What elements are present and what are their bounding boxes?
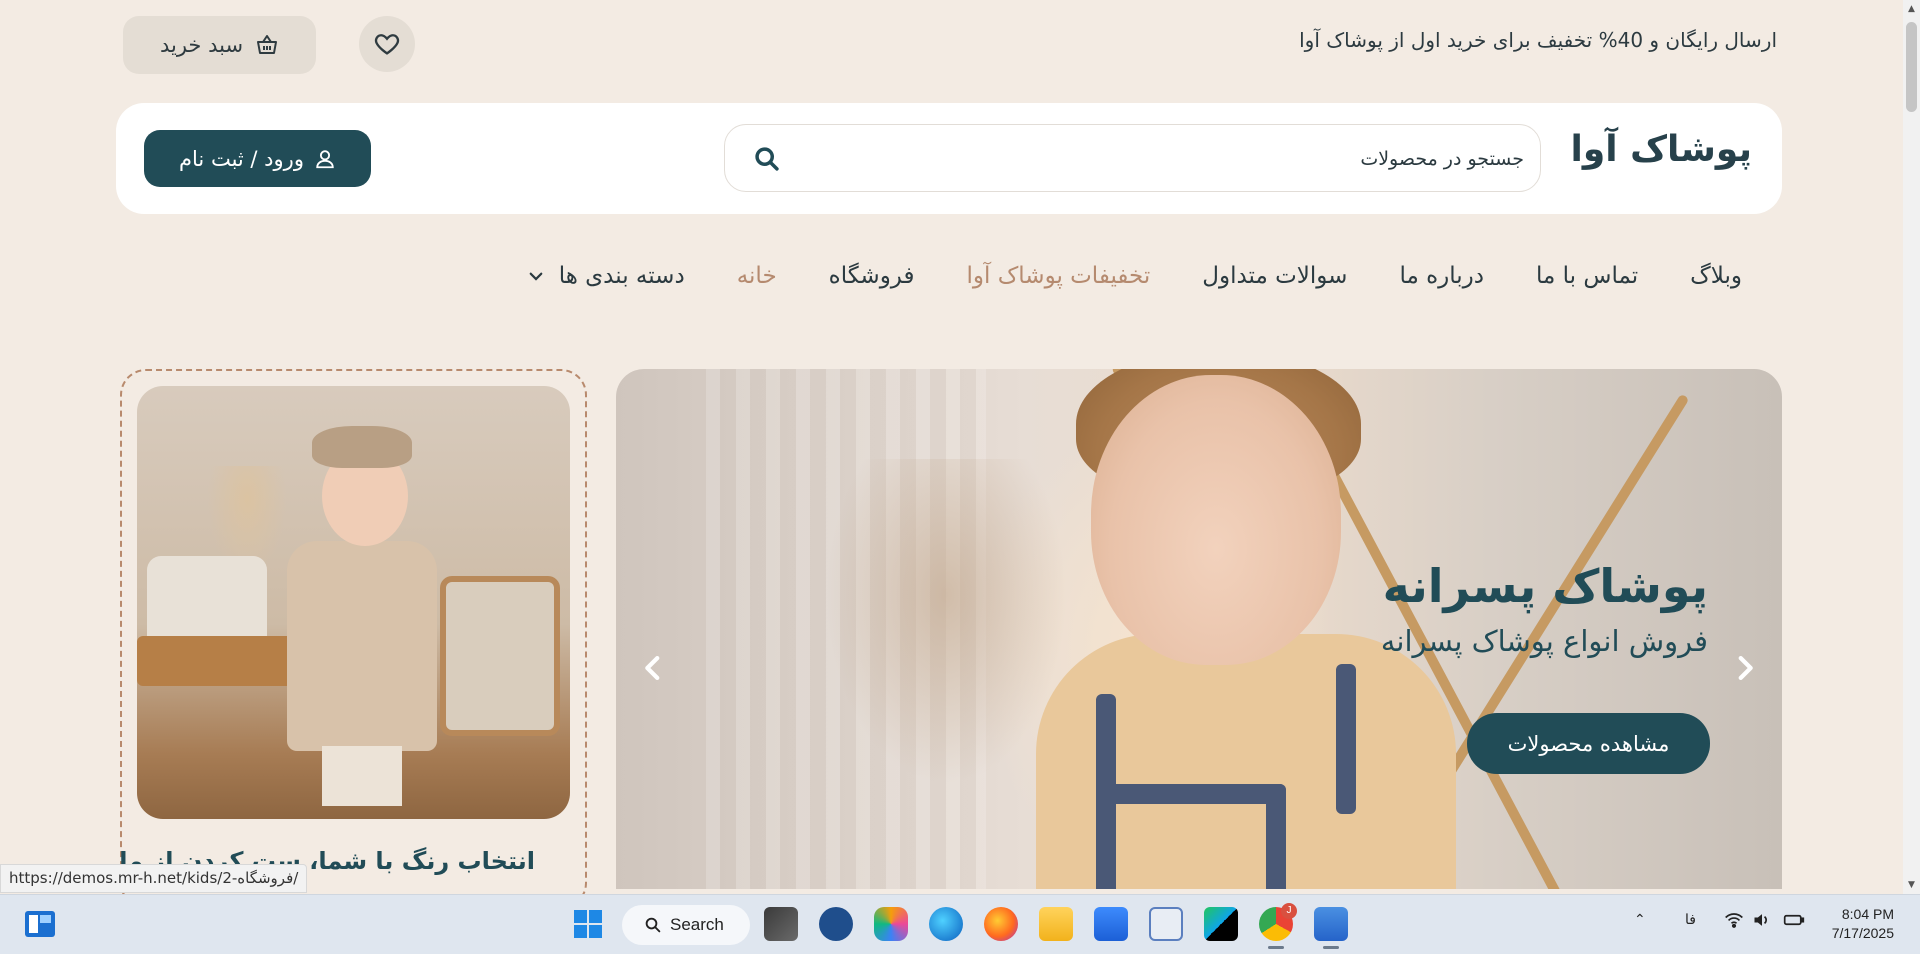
widgets-icon[interactable] (24, 909, 56, 939)
page-scrollbar[interactable]: ▲ ▼ (1903, 0, 1920, 894)
scroll-up-arrow-icon[interactable]: ▲ (1906, 4, 1917, 14)
nav-about[interactable]: درباره ما (1399, 263, 1484, 289)
app-v-icon[interactable] (819, 907, 853, 941)
hero-subtitle: فروش انواع پوشاک پسرانه (1380, 624, 1708, 658)
promo-banner-text: ارسال رایگان و 40% تخفیف برای خرید اول ا… (1299, 28, 1777, 52)
hero-title: پوشاک پسرانه (1382, 559, 1708, 613)
taskbar-clock[interactable]: 8:04 PM 7/17/2025 (1832, 905, 1894, 943)
basket-icon (257, 35, 278, 54)
main-nav: دسته بندی ها خانه فروشگاه تخفیفات پوشاک … (527, 256, 1742, 296)
login-label: ورود / ثبت نام (179, 146, 304, 171)
copilot-icon[interactable] (874, 907, 908, 941)
nav-categories-label: دسته بندی ها (558, 263, 685, 289)
search-icon[interactable] (753, 145, 781, 173)
windows-taskbar: Search J ⌃ فا 8:04 PM 7/17/2025 (0, 894, 1920, 954)
link-status-url: https://demos.mr-h.net/kids/فروشگاه-2/ (0, 864, 308, 893)
chrome-icon[interactable]: J (1259, 903, 1297, 949)
view-products-button[interactable]: مشاهده محصولات (1467, 713, 1710, 774)
nav-faq[interactable]: سوالات متداول (1202, 263, 1347, 289)
scroll-thumb[interactable] (1906, 22, 1917, 112)
nav-contact[interactable]: تماس با ما (1536, 263, 1638, 289)
chevron-left-icon[interactable] (636, 651, 670, 685)
edge-icon[interactable] (929, 907, 963, 941)
task-view-icon[interactable] (764, 907, 798, 941)
taskbar-search-label: Search (670, 915, 724, 934)
promo-photo-girl[interactable] (137, 386, 570, 819)
clock-time: 8:04 PM (1841, 906, 1894, 922)
user-icon (316, 149, 334, 168)
search-input[interactable] (826, 139, 1526, 179)
nav-discounts[interactable]: تخفیفات پوشاک آوا (967, 263, 1151, 289)
nav-shop[interactable]: فروشگاه (829, 263, 915, 289)
pycharm-icon[interactable] (1204, 907, 1238, 941)
cart-label: سبد خرید (159, 33, 244, 57)
nav-blog[interactable]: وبلاگ (1690, 263, 1742, 289)
heart-icon (374, 34, 400, 55)
clock-date: 7/17/2025 (1831, 925, 1894, 941)
chevron-down-icon (529, 272, 543, 281)
site-logo[interactable]: پوشاک آوا (1571, 129, 1752, 170)
search-box[interactable] (724, 124, 1541, 192)
notepad-icon[interactable] (1314, 907, 1348, 949)
windows-start-icon[interactable] (573, 909, 603, 939)
scroll-down-arrow-icon[interactable]: ▼ (1906, 880, 1917, 890)
volume-icon[interactable] (1752, 911, 1772, 929)
language-indicator[interactable]: فا (1685, 911, 1696, 928)
cart-button[interactable]: سبد خرید (123, 16, 316, 74)
chevron-right-icon[interactable] (1728, 651, 1762, 685)
search-icon (645, 917, 661, 933)
firefox-icon[interactable] (984, 907, 1018, 941)
favorites-button[interactable] (359, 16, 415, 72)
hero-slider[interactable]: پوشاک پسرانه فروش انواع پوشاک پسرانه مشا… (616, 369, 1782, 889)
child-face (1091, 375, 1341, 665)
snipping-tool-icon[interactable] (1149, 907, 1183, 941)
nav-categories[interactable]: دسته بندی ها (527, 263, 685, 289)
header-card: پوشاک آوا ورود / ثبت نام (116, 103, 1782, 214)
file-explorer-icon[interactable] (1039, 907, 1073, 941)
tray-overflow-icon[interactable]: ⌃ (1634, 911, 1646, 928)
taskbar-search[interactable]: Search (622, 905, 750, 945)
store-icon[interactable] (1094, 907, 1128, 941)
nav-home[interactable]: خانه (737, 263, 777, 289)
wifi-icon[interactable] (1724, 911, 1744, 929)
promo-side-card[interactable]: انتخاب رنگ با شما، ست کردن از ما (119, 369, 587, 909)
chrome-profile-badge: J (1281, 903, 1297, 919)
login-register-button[interactable]: ورود / ثبت نام (144, 130, 371, 187)
battery-icon[interactable] (1783, 911, 1805, 929)
child-shirt (1036, 634, 1456, 889)
